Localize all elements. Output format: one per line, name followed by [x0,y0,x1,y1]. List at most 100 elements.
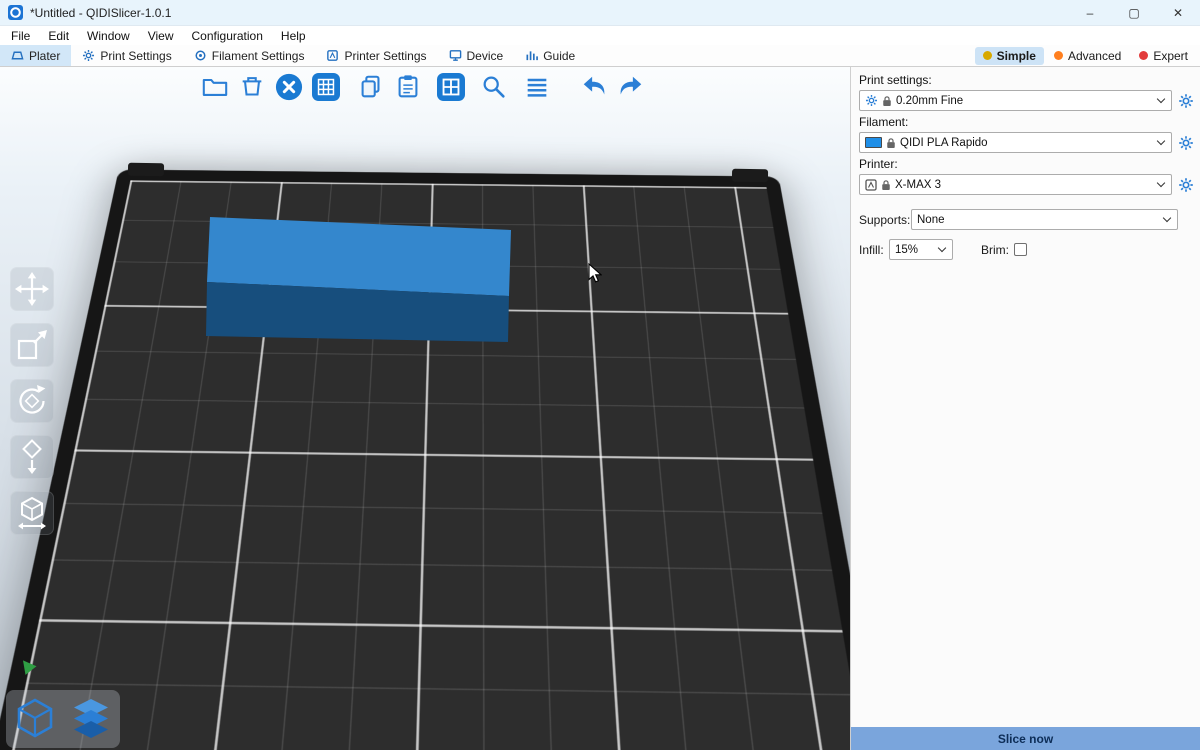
expert-mode-dot [1139,51,1148,60]
chevron-down-icon [1157,137,1165,145]
filament-value: QIDI PLA Rapido [900,137,1154,149]
title-bar: *Untitled - QIDISlicer-1.0.1 – ▢ ✕ [0,0,1200,26]
printer-settings-icon [326,49,339,62]
tab-bar: Plater Print Settings Filament Settings … [0,45,1200,67]
paste-button[interactable] [393,72,423,102]
slice-now-button[interactable]: Slice now [851,727,1200,750]
minimize-button[interactable]: – [1068,0,1112,25]
print-bed[interactable] [0,169,850,750]
tab-plater[interactable]: Plater [0,45,71,66]
tab-printer-settings[interactable]: Printer Settings [315,45,437,66]
supports-value: None [917,214,1160,226]
layers-view-icon [67,695,115,743]
cut-button[interactable] [10,491,54,535]
menu-window[interactable]: Window [78,26,139,45]
app-icon [8,5,23,20]
filament-color-swatch [865,137,882,148]
delete-all-icon [275,73,303,101]
printer-gear-button[interactable] [1178,177,1194,193]
place-on-face-button[interactable] [10,435,54,479]
tab-filament-settings[interactable]: Filament Settings [183,45,316,66]
3d-view-button[interactable] [9,693,61,745]
scale-button[interactable] [10,323,54,367]
tab-guide[interactable]: Guide [514,45,586,66]
chevron-down-icon [1163,214,1171,222]
window-controls: – ▢ ✕ [1068,0,1200,25]
infill-value: 15% [895,244,935,256]
mode-label: Simple [997,49,1036,63]
open-folder-icon [201,73,229,101]
gizmo-toolbar [10,267,54,535]
delete-all-button[interactable] [274,72,304,102]
split-button[interactable] [436,72,466,102]
3d-viewport[interactable] [0,67,850,750]
layer-height-button[interactable] [522,72,552,102]
print-settings-gear-button[interactable] [1178,93,1194,109]
mode-expert[interactable]: Expert [1131,47,1196,65]
close-button[interactable]: ✕ [1156,0,1200,25]
device-icon [449,49,462,62]
tab-label: Print Settings [100,49,171,63]
redo-button[interactable] [616,72,646,102]
menu-file[interactable]: File [2,26,39,45]
filament-combo[interactable]: QIDI PLA Rapido [859,132,1172,153]
supports-label: Supports: [859,213,911,227]
copy-button[interactable] [356,72,386,102]
mode-label: Advanced [1068,49,1121,63]
infill-label: Infill: [859,243,889,257]
place-on-face-icon [14,439,50,475]
tab-print-settings[interactable]: Print Settings [71,45,182,66]
layers-view-button[interactable] [65,693,117,745]
infill-combo[interactable]: 15% [889,239,953,260]
bed-clip [128,163,164,177]
arrange-button[interactable] [311,72,341,102]
trash-icon [238,73,266,101]
print-settings-icon [82,49,95,62]
paste-icon [394,73,422,101]
print-settings-combo[interactable]: 0.20mm Fine [859,90,1172,111]
split-icon [437,73,465,101]
settings-panel: Print settings: 0.20mm Fine Filament: QI… [850,67,1200,750]
search-button[interactable] [479,72,509,102]
tab-label: Filament Settings [212,49,305,63]
tab-label: Printer Settings [344,49,426,63]
rotate-icon [14,383,50,419]
brim-checkbox[interactable] [1014,243,1027,256]
window-title: *Untitled - QIDISlicer-1.0.1 [30,6,171,20]
lock-icon [886,137,896,149]
filament-gear-button[interactable] [1178,135,1194,151]
advanced-mode-dot [1054,51,1063,60]
printer-combo[interactable]: X-MAX 3 [859,174,1172,195]
3d-view-icon [11,695,59,743]
menu-edit[interactable]: Edit [39,26,78,45]
menu-view[interactable]: View [139,26,183,45]
brim-label: Brim: [981,243,1009,257]
guide-icon [525,49,538,62]
lock-icon [882,95,892,107]
open-button[interactable] [200,72,230,102]
mode-advanced[interactable]: Advanced [1046,47,1129,65]
filament-settings-icon [194,49,207,62]
move-icon [14,271,50,307]
tab-device[interactable]: Device [438,45,515,66]
rotate-button[interactable] [10,379,54,423]
mode-simple[interactable]: Simple [975,47,1044,65]
print-settings-label: Print settings: [859,73,1194,87]
supports-combo[interactable]: None [911,209,1178,230]
maximize-button[interactable]: ▢ [1112,0,1156,25]
tab-label: Plater [29,49,60,63]
menu-help[interactable]: Help [272,26,315,45]
chevron-down-icon [938,244,946,252]
search-icon [480,73,508,101]
undo-button[interactable] [579,72,609,102]
tab-label: Device [467,49,504,63]
delete-button[interactable] [237,72,267,102]
view-switcher [6,690,120,748]
cut-icon [14,495,50,531]
scale-icon [14,327,50,363]
simple-mode-dot [983,51,992,60]
menu-configuration[interactable]: Configuration [183,26,272,45]
printer-icon [865,179,877,191]
printer-value: X-MAX 3 [895,179,1154,191]
move-button[interactable] [10,267,54,311]
